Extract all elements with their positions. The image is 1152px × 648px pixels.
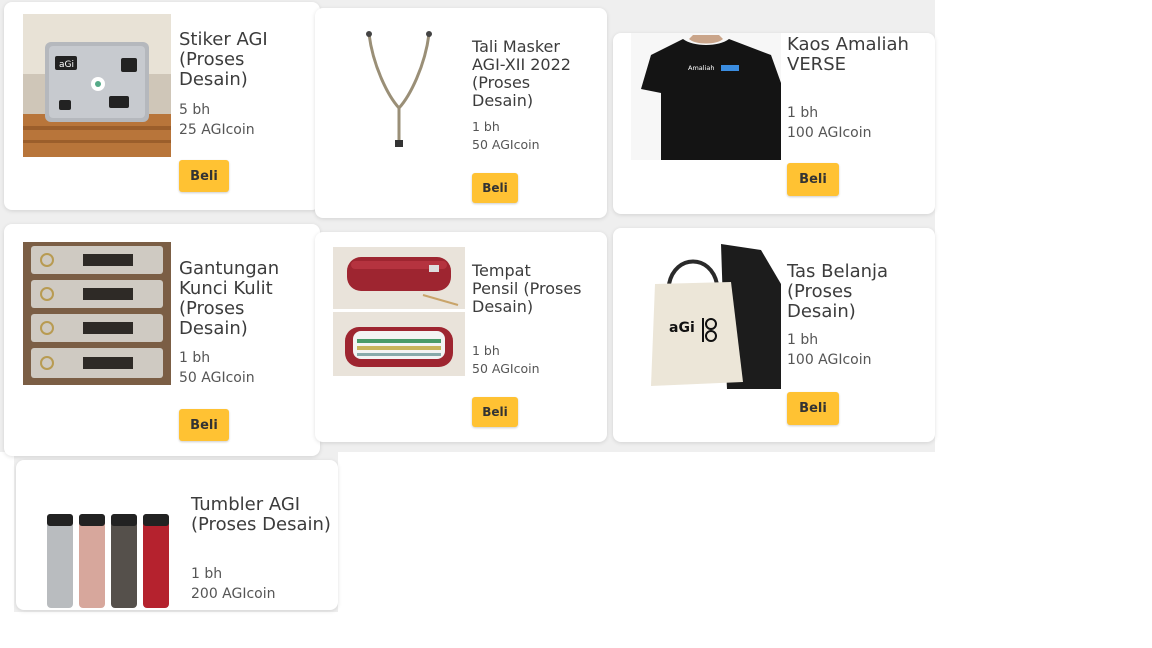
buy-button[interactable]: Beli: [179, 160, 229, 192]
buy-button[interactable]: Beli: [472, 397, 518, 427]
product-meta: 1 bh 50 AGIcoin: [472, 342, 540, 378]
product-meta: 5 bh 25 AGIcoin: [179, 100, 255, 140]
buy-button[interactable]: Beli: [787, 392, 839, 425]
product-price: 50 AGIcoin: [472, 361, 540, 376]
product-title: Gantungan Kunci Kulit (Proses Desain): [179, 258, 280, 340]
product-quantity: 1 bh: [472, 343, 500, 358]
product-card-gantungan-kunci: Gantungan Kunci Kulit (Proses Desain) 1 …: [4, 224, 320, 456]
product-quantity: 1 bh: [787, 105, 819, 121]
buy-button[interactable]: Beli: [787, 163, 839, 196]
tshirt-image: Amaliah: [631, 33, 781, 160]
product-meta: 1 bh 50 AGIcoin: [472, 118, 540, 154]
product-meta: 1 bh 50 AGIcoin: [179, 348, 255, 388]
product-price: 200 AGIcoin: [191, 586, 276, 602]
product-card-tempat-pensil: Tempat Pensil (Proses Desain) 1 bh 50 AG…: [315, 232, 607, 442]
product-card-tas-belanja: aGi Tas Belanja (Proses Desain) 1 bh 100…: [613, 228, 935, 442]
product-card-tumbler: Tumbler AGI (Proses Desain) 1 bh 200 AGI…: [16, 460, 338, 610]
keychain-image: [23, 242, 171, 385]
product-quantity: 1 bh: [787, 332, 819, 348]
pencil-case-image: [333, 247, 465, 376]
product-card-tali-masker: Tali Masker AGI-XII 2022 (Proses Desain)…: [315, 8, 607, 218]
buy-button[interactable]: Beli: [179, 409, 229, 441]
product-card-stiker: aGi Stiker AGI (Proses Desain) 5 bh 25 A…: [4, 2, 320, 210]
product-meta: 1 bh 100 AGIcoin: [787, 103, 872, 143]
buy-button[interactable]: Beli: [472, 173, 518, 203]
tumbler-image: [35, 480, 183, 608]
product-title: Tempat Pensil (Proses Desain): [472, 261, 582, 316]
product-quantity: 1 bh: [179, 350, 211, 366]
product-price: 50 AGIcoin: [472, 137, 540, 152]
product-quantity: 1 bh: [472, 119, 500, 134]
product-title: Stiker AGI (Proses Desain): [179, 29, 268, 91]
mask-strap-image: [333, 26, 465, 151]
tshirt-print-text: Amaliah: [688, 64, 714, 72]
svg-text:aGi: aGi: [669, 320, 695, 336]
product-price: 100 AGIcoin: [787, 125, 872, 141]
product-quantity: 5 bh: [179, 102, 211, 118]
product-quantity: 1 bh: [191, 566, 223, 582]
product-price: 25 AGIcoin: [179, 122, 255, 138]
product-price: 50 AGIcoin: [179, 370, 255, 386]
product-title: Tali Masker AGI-XII 2022 (Proses Desain): [472, 37, 571, 110]
product-meta: 1 bh 200 AGIcoin: [191, 564, 276, 604]
product-title: Kaos Amaliah VERSE: [787, 34, 909, 76]
product-price: 100 AGIcoin: [787, 352, 872, 368]
laptop-stickers-image: aGi: [23, 14, 171, 157]
svg-text:aGi: aGi: [59, 60, 74, 70]
product-title: Tas Belanja (Proses Desain): [787, 261, 889, 323]
product-title: Tumbler AGI (Proses Desain): [191, 494, 331, 536]
product-card-kaos: Amaliah Kaos Amaliah VERSE 1 bh 100 AGIc…: [613, 33, 935, 214]
product-meta: 1 bh 100 AGIcoin: [787, 330, 872, 370]
tote-bag-image: aGi: [631, 244, 781, 389]
